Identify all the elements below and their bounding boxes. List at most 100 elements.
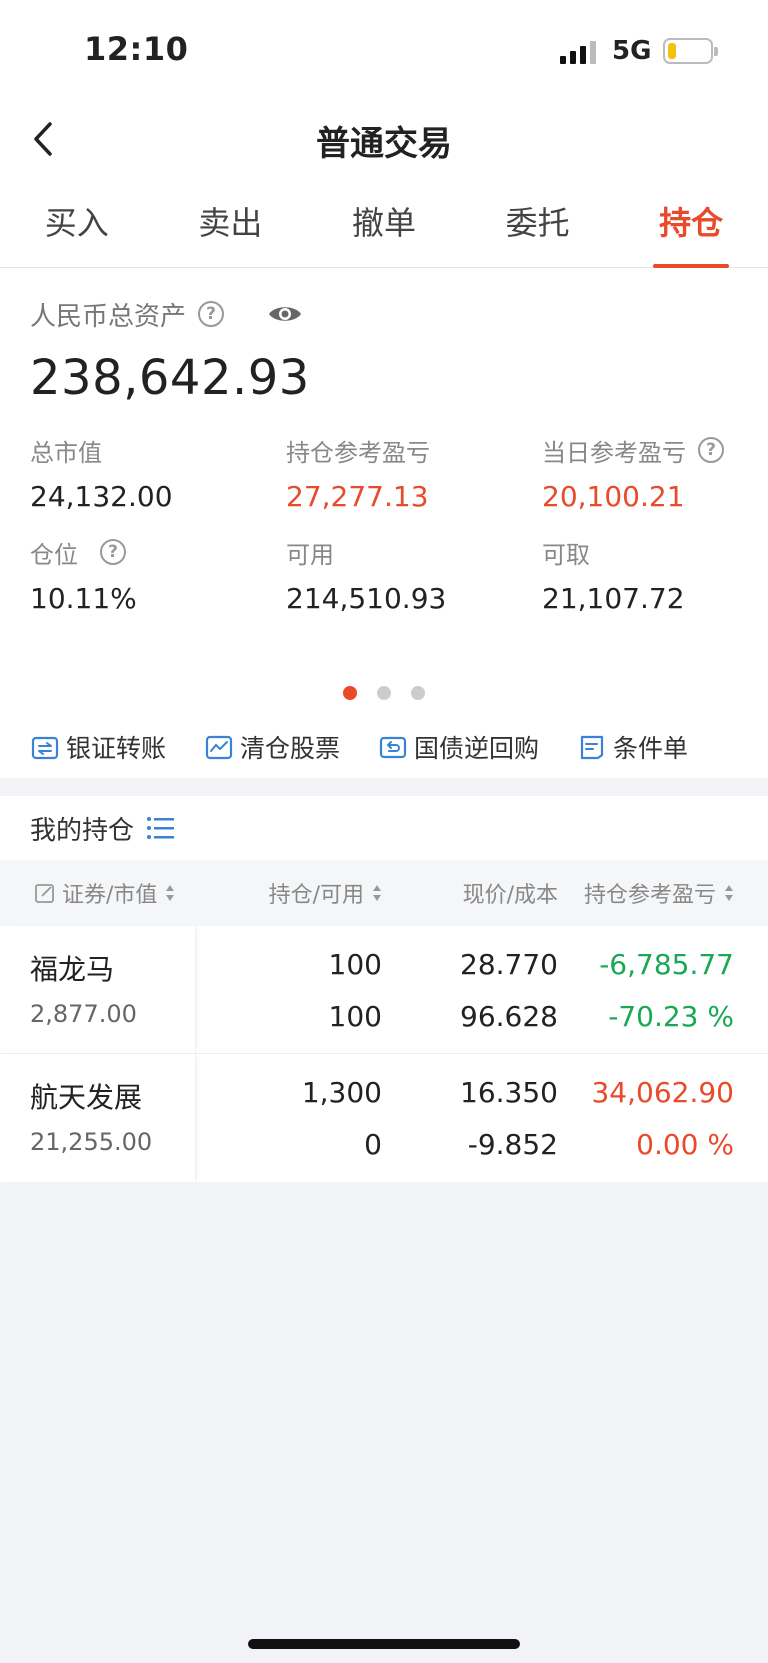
holdings-title: 我的持仓 (30, 815, 135, 846)
bank-transfer-button[interactable]: 银证转账 (30, 729, 166, 765)
battery-icon (663, 38, 718, 64)
asset-stats-grid: 总市值 24,132.00 持仓参考盈亏 27,277.13 当日参考盈亏 ? … (30, 430, 738, 634)
cost-price: -9.852 (467, 1128, 558, 1161)
col-label: 持仓/可用 (268, 883, 364, 908)
pnl-value: -6,785.77 (599, 948, 734, 981)
sort-icon[interactable] (165, 884, 175, 902)
stat-position-ratio: 仓位 ? 10.11% (30, 532, 286, 634)
position-cell: 100 100 (196, 926, 382, 1053)
page-title: 普通交易 (316, 124, 452, 164)
action-label: 条件单 (613, 734, 689, 763)
pnl-value: 34,062.90 (591, 1076, 734, 1109)
stat-daily-pnl: 当日参考盈亏 ? 20,100.21 (542, 430, 738, 532)
tab-orders[interactable]: 委托 (461, 180, 615, 267)
status-bar: 12:10 5G (0, 0, 768, 100)
cost-price: 96.628 (460, 1000, 558, 1033)
total-assets-label: 人民币总资产 (30, 301, 187, 332)
stat-value: 27,277.13 (286, 480, 429, 513)
eye-icon[interactable] (268, 302, 302, 326)
stat-label: 总市值 (30, 438, 102, 467)
pnl-percent: 0.00 % (636, 1128, 734, 1161)
status-time: 12:10 (84, 30, 189, 68)
stat-label-row: 当日参考盈亏 ? (542, 430, 738, 470)
security-cell: 航天发展 21,255.00 (0, 1054, 196, 1182)
condition-order-icon (580, 735, 604, 760)
help-icon[interactable]: ? (198, 301, 225, 327)
trade-tabs: 买入 卖出 撤单 委托 持仓 (0, 180, 768, 268)
stat-value: 24,132.00 (30, 480, 173, 513)
stat-label: 仓位 (30, 540, 78, 569)
asset-summary: 人民币总资产 ? 238,642.93 总市值 24,132.00 持仓参考盈亏… (0, 268, 768, 716)
home-indicator[interactable] (248, 1639, 520, 1649)
pnl-cell: -6,785.77 -70.23 % (558, 926, 734, 1053)
security-cell: 福龙马 2,877.00 (0, 926, 196, 1053)
col-label: 持仓参考盈亏 (583, 883, 716, 908)
page-indicator (0, 686, 768, 700)
help-icon[interactable]: ? (100, 539, 126, 565)
total-assets-value: 238,642.93 (30, 350, 310, 406)
market-value: 21,255.00 (30, 1128, 153, 1156)
sort-icon[interactable] (372, 884, 382, 902)
stat-available: 可用 214,510.93 (286, 532, 542, 634)
position-cell: 1,300 0 (196, 1054, 382, 1182)
sort-icon[interactable] (724, 884, 734, 902)
col-pnl[interactable]: 持仓参考盈亏 (558, 877, 734, 909)
stat-value: 10.11% (30, 582, 137, 615)
repo-icon (379, 736, 407, 759)
network-label: 5G (612, 36, 652, 66)
col-price: 现价/成本 (382, 877, 558, 909)
top-bar: 12:10 5G 普通交易 买入 卖出 撤单 委托 持仓 (0, 0, 768, 268)
price-cell: 28.770 96.628 (382, 926, 558, 1053)
table-row[interactable]: 航天发展 21,255.00 1,300 0 16.350 -9.852 34,… (0, 1054, 768, 1182)
stat-withdrawable: 可取 21,107.72 (542, 532, 738, 634)
stat-label: 当日参考盈亏 (542, 438, 686, 467)
clear-stock-button[interactable]: 清仓股票 (204, 729, 340, 765)
security-name: 福龙马 (30, 953, 115, 986)
available-qty: 0 (364, 1128, 382, 1161)
col-label: 现价/成本 (462, 883, 558, 908)
table-row[interactable]: 福龙马 2,877.00 100 100 28.770 96.628 -6,78… (0, 926, 768, 1054)
stat-market-value: 总市值 24,132.00 (30, 430, 286, 532)
holdings-table-header: 证券/市值 持仓/可用 现价/成本 持仓参考盈亏 (0, 860, 768, 926)
list-icon[interactable] (146, 815, 176, 841)
tab-buy[interactable]: 买入 (0, 180, 154, 267)
position-qty: 1,300 (301, 1076, 382, 1109)
page-dot[interactable] (343, 686, 357, 700)
tab-cancel[interactable]: 撤单 (307, 180, 461, 267)
holdings-header: 我的持仓 (0, 796, 768, 860)
page-dot[interactable] (411, 686, 425, 700)
signal-icon (560, 40, 596, 64)
tab-sell[interactable]: 卖出 (154, 180, 308, 267)
security-name: 航天发展 (30, 1081, 143, 1114)
clear-stock-icon (205, 735, 233, 760)
position-qty: 100 (328, 948, 382, 981)
available-qty: 100 (328, 1000, 382, 1033)
action-label: 清仓股票 (240, 734, 341, 763)
current-price: 16.350 (460, 1076, 558, 1109)
condition-order-button[interactable]: 条件单 (577, 729, 688, 765)
stat-label: 持仓参考盈亏 (286, 438, 430, 467)
stat-value: 214,510.93 (286, 582, 447, 615)
col-security[interactable]: 证券/市值 (0, 877, 196, 909)
pnl-cell: 34,062.90 0.00 % (558, 1054, 734, 1182)
stat-position-pnl: 持仓参考盈亏 27,277.13 (286, 430, 542, 532)
col-label: 证券/市值 (62, 883, 158, 908)
current-price: 28.770 (460, 948, 558, 981)
stat-label-row: 仓位 ? (30, 532, 286, 572)
holdings-section: 我的持仓 证券/市值 持仓/可用 现价/成本 持仓参考盈亏 福龙马 2,877.… (0, 796, 768, 1182)
pnl-percent: -70.23 % (608, 1000, 734, 1033)
market-value: 2,877.00 (30, 1000, 137, 1028)
nav-bar: 普通交易 (0, 100, 768, 180)
page-dot[interactable] (377, 686, 391, 700)
tab-positions[interactable]: 持仓 (614, 180, 768, 268)
stat-label: 可用 (286, 540, 334, 569)
action-label: 银证转账 (66, 734, 167, 763)
reverse-repo-button[interactable]: 国债逆回购 (378, 729, 539, 765)
help-icon[interactable]: ? (698, 437, 724, 463)
transfer-icon (31, 736, 59, 760)
edit-icon[interactable] (34, 882, 56, 904)
action-label: 国债逆回购 (414, 734, 540, 763)
price-cell: 16.350 -9.852 (382, 1054, 558, 1182)
col-position[interactable]: 持仓/可用 (196, 877, 382, 909)
stat-value: 20,100.21 (542, 480, 685, 513)
